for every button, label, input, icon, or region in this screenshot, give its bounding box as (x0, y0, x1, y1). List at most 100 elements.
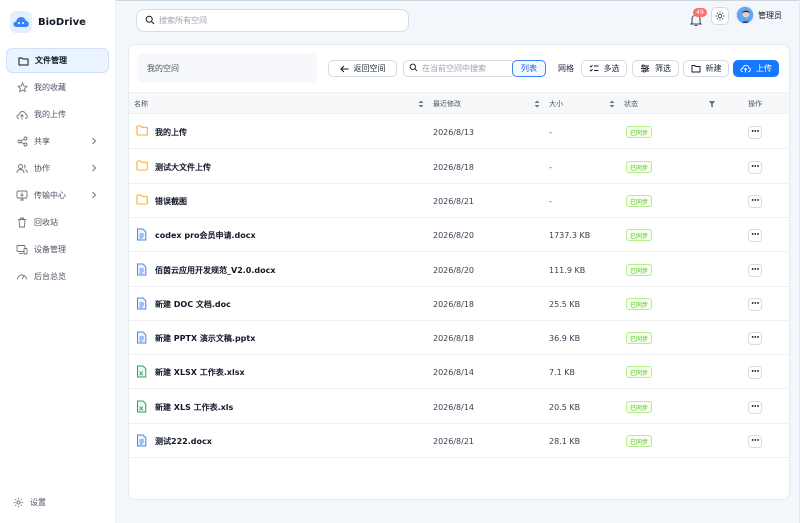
table-header: 名称 最近修改 大小 状态 操作 (129, 92, 789, 114)
table-row[interactable]: 我的上传 2026/8/13 - 已同步 ••• (129, 115, 789, 149)
file-name[interactable]: 新建 PPTX 演示文稿.pptx (155, 333, 255, 344)
sidebar-item-favorites[interactable]: 我的收藏 (6, 75, 109, 100)
search-icon (145, 15, 155, 27)
table-row[interactable]: 错误截图 2026/8/21 - 已同步 ••• (129, 184, 789, 218)
sidebar-item-label: 我的收藏 (34, 83, 66, 92)
file-name[interactable]: 新建 XLSX 工作表.xlsx (155, 367, 245, 378)
more-dots-icon: ••• (750, 267, 760, 273)
document-icon (136, 263, 148, 277)
more-actions-button[interactable]: ••• (748, 331, 762, 345)
status-badge: 已同步 (626, 332, 653, 344)
multi-select-button[interactable]: 多选 (581, 60, 627, 77)
sidebar: BioDrive 文件管理 我的收藏 我的上传 共享 协作 传输中心 回收站 设… (0, 0, 116, 523)
more-actions-button[interactable]: ••• (748, 194, 762, 208)
more-actions-button[interactable]: ••• (748, 263, 762, 277)
new-button[interactable]: 新建 (683, 60, 729, 77)
file-name[interactable]: 测试大文件上传 (155, 162, 211, 173)
multi-select-label: 多选 (603, 64, 620, 73)
table-row[interactable]: codex pro会员申请.docx 2026/8/20 1737.3 KB 已… (129, 218, 789, 252)
view-grid-button[interactable]: 网格 (549, 60, 583, 77)
file-size: - (549, 196, 552, 206)
more-actions-button[interactable]: ••• (748, 365, 762, 379)
notification-badge: 49 (693, 8, 707, 17)
current-space-label: 我的空间 (137, 53, 317, 83)
table-row[interactable]: 新建 PPTX 演示文稿.pptx 2026/8/18 36.9 KB 已同步 … (129, 321, 789, 355)
user-menu[interactable]: 管理员 (736, 4, 784, 26)
column-header-name[interactable]: 名称 (134, 93, 148, 115)
table-row[interactable]: 新建 XLS 工作表.xls 2026/8/14 20.5 KB 已同步 ••• (129, 390, 789, 424)
status-badge: 已同步 (626, 195, 653, 207)
file-name[interactable]: codex pro会员申请.docx (155, 230, 256, 241)
sidebar-item-collaboration[interactable]: 协作 (6, 156, 109, 181)
more-actions-button[interactable]: ••• (748, 125, 762, 139)
avatar (736, 6, 754, 24)
table-row[interactable]: 测试大文件上传 2026/8/18 - 已同步 ••• (129, 150, 789, 184)
more-actions-button[interactable]: ••• (748, 160, 762, 174)
file-name[interactable]: 测试222.docx (155, 436, 212, 447)
upload-button[interactable]: 上传 (733, 60, 779, 77)
table-row[interactable]: 佰茵云应用开发规范_V2.0.docx 2026/8/20 111.9 KB 已… (129, 253, 789, 287)
table-row[interactable]: 测试222.docx 2026/8/21 28.1 KB 已同步 ••• (129, 424, 789, 458)
file-name[interactable]: 新建 DOC 文档.doc (155, 299, 231, 310)
sidebar-item-label: 后台总览 (34, 272, 66, 281)
theme-toggle-button[interactable] (711, 7, 729, 25)
brand[interactable]: BioDrive (10, 10, 86, 34)
file-name[interactable]: 我的上传 (155, 127, 187, 138)
modified-date: 2026/8/14 (433, 402, 475, 412)
file-name[interactable]: 错误截图 (155, 196, 187, 207)
space-search-input[interactable]: 在当前空间中搜索 (403, 60, 515, 77)
more-actions-button[interactable]: ••• (748, 400, 762, 414)
sidebar-item-recycle-bin[interactable]: 回收站 (6, 210, 109, 235)
sort-icon[interactable] (417, 99, 425, 109)
sidebar-item-devices[interactable]: 设备管理 (6, 237, 109, 262)
sidebar-item-my-uploads[interactable]: 我的上传 (6, 102, 109, 127)
back-to-spaces-button[interactable]: 返回空间 (328, 60, 397, 77)
more-actions-button[interactable]: ••• (748, 434, 762, 448)
column-header-status[interactable]: 状态 (624, 93, 638, 115)
status-badge: 已同步 (626, 366, 653, 378)
sidebar-item-share[interactable]: 共享 (6, 129, 109, 154)
modified-date: 2026/8/18 (433, 162, 475, 172)
document-icon (136, 331, 148, 345)
arrow-left-icon (339, 65, 349, 73)
sidebar-item-label: 设备管理 (34, 245, 66, 254)
sort-icon[interactable] (608, 99, 616, 109)
more-actions-button[interactable]: ••• (748, 228, 762, 242)
filter-button[interactable]: 筛选 (632, 60, 679, 77)
folder-icon (17, 55, 29, 67)
modified-date: 2026/8/20 (433, 230, 475, 240)
more-actions-button[interactable]: ••• (748, 297, 762, 311)
view-list-button[interactable]: 列表 (512, 60, 546, 77)
modified-date: 2026/8/21 (433, 436, 475, 446)
status-badge: 已同步 (626, 435, 653, 447)
window-top-border (0, 0, 800, 1)
more-dots-icon: ••• (750, 301, 760, 307)
sidebar-item-files[interactable]: 文件管理 (6, 48, 109, 73)
sidebar-item-label: 我的上传 (34, 110, 66, 119)
settings-link[interactable]: 设置 (12, 496, 46, 508)
toolbar: 我的空间 返回空间 在当前空间中搜索 列表 网格 多选 筛选 新建 上传 (137, 53, 782, 83)
sidebar-item-label: 传输中心 (34, 191, 66, 200)
column-header-modified[interactable]: 最近修改 (433, 93, 461, 115)
status-badge: 已同步 (626, 161, 653, 173)
global-search-input[interactable]: 搜索所有空间 (136, 9, 409, 32)
document-icon (136, 434, 148, 448)
space-search-placeholder: 在当前空间中搜索 (422, 64, 486, 73)
filter-funnel-icon[interactable] (708, 99, 716, 109)
modified-date: 2026/8/21 (433, 196, 475, 206)
file-name[interactable]: 佰茵云应用开发规范_V2.0.docx (155, 265, 276, 276)
more-dots-icon: ••• (750, 164, 760, 170)
sort-icon[interactable] (533, 99, 541, 109)
brand-name: BioDrive (38, 16, 86, 28)
table-row[interactable]: 新建 DOC 文档.doc 2026/8/18 25.5 KB 已同步 ••• (129, 287, 789, 321)
more-dots-icon: ••• (750, 232, 760, 238)
sidebar-item-transfer-center[interactable]: 传输中心 (6, 183, 109, 208)
column-header-size[interactable]: 大小 (549, 93, 563, 115)
sidebar-item-label: 共享 (34, 137, 50, 146)
brand-logo-icon (10, 11, 32, 33)
table-row[interactable]: 新建 XLSX 工作表.xlsx 2026/8/14 7.1 KB 已同步 ••… (129, 355, 789, 389)
share-icon (16, 136, 28, 148)
sidebar-item-admin-overview[interactable]: 后台总览 (6, 264, 109, 289)
file-name[interactable]: 新建 XLS 工作表.xls (155, 402, 233, 413)
view-grid-label: 网格 (558, 64, 574, 73)
